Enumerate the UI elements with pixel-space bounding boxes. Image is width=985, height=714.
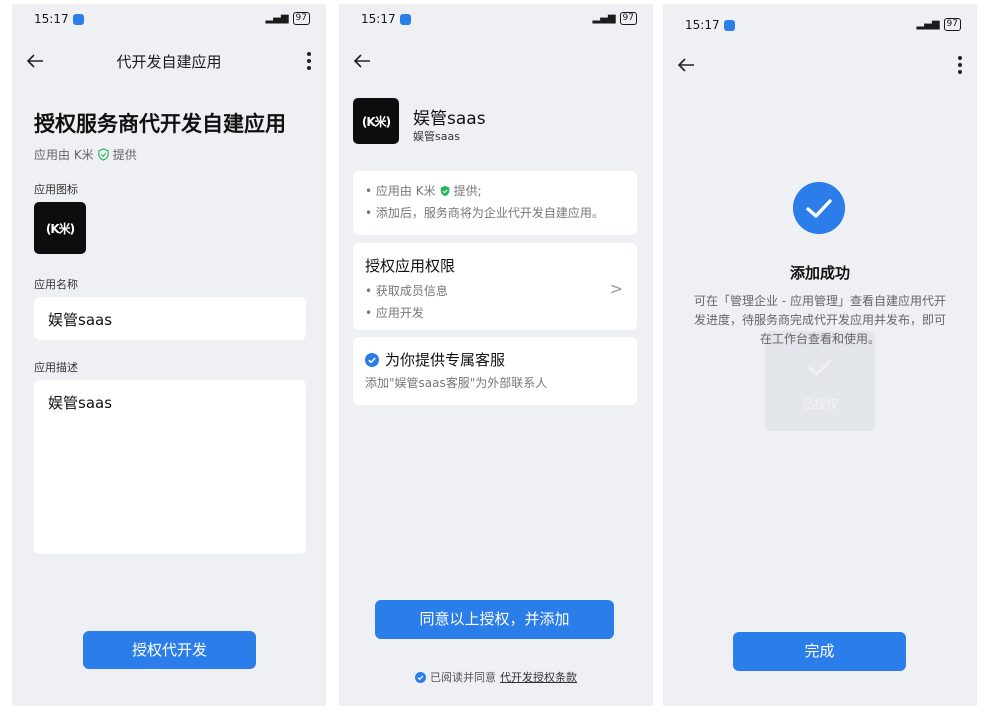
battery-icon: 97 bbox=[292, 12, 310, 25]
signal-icon: ▂▄▆ bbox=[916, 19, 940, 30]
app-logo: (K米) bbox=[34, 202, 86, 254]
service-card[interactable]: 为你提供专属客服 添加"娱管saas客服"为外部联系人 bbox=[353, 337, 637, 405]
agreement-row: 已阅读并同意 代开发授权条款 bbox=[339, 669, 653, 685]
more-icon[interactable] bbox=[306, 50, 312, 72]
info-card: • 应用由 K米 提供; • 添加后，服务商将为企业代开发自建应用。 bbox=[353, 171, 637, 235]
nav-bar bbox=[339, 44, 653, 78]
check-circle-icon[interactable] bbox=[365, 352, 379, 367]
battery-icon: 97 bbox=[943, 18, 961, 31]
done-button[interactable]: 完成 bbox=[733, 632, 906, 671]
back-arrow-icon[interactable] bbox=[675, 54, 697, 76]
authorize-button[interactable]: 授权代开发 bbox=[83, 631, 256, 669]
app-logo-text: (K米) bbox=[361, 114, 391, 129]
permissions-title: 授权应用权限 bbox=[365, 257, 456, 275]
check-circle-icon[interactable] bbox=[415, 671, 426, 683]
status-bar: 15:17 ▂▄▆ 97 bbox=[339, 4, 653, 32]
ghost-check-icon bbox=[808, 359, 832, 376]
info-1-prefix: • 应用由 K米 bbox=[365, 184, 436, 198]
success-title: 添加成功 bbox=[789, 264, 850, 282]
screen-confirm: 15:17 ▂▄▆ 97 (K米) 娱管saas 娱管saas • 应用由 K米 … bbox=[339, 4, 653, 706]
app-name-field[interactable]: 娱管saas bbox=[34, 297, 306, 340]
notification-icon bbox=[399, 13, 411, 25]
status-icons: ▂▄▆ 97 bbox=[265, 12, 310, 25]
screen-authorize: 15:17 ▂▄▆ 97 代开发自建应用 授权服务商代开发自建应用 应用由 K米 … bbox=[12, 4, 326, 706]
chevron-right-icon: > bbox=[609, 279, 623, 298]
app-logo: (K米) bbox=[353, 98, 399, 144]
notification-icon bbox=[723, 19, 735, 31]
signal-icon: ▂▄▆ bbox=[265, 13, 289, 24]
agreement-text: 已阅读并同意 bbox=[430, 671, 496, 684]
more-icon[interactable] bbox=[957, 54, 963, 76]
provider-prefix: 应用由 K米 bbox=[34, 148, 94, 162]
page-title: 授权服务商代开发自建应用 bbox=[34, 112, 286, 136]
app-subtitle: 娱管saas bbox=[413, 130, 460, 143]
app-desc-value: 娱管saas bbox=[48, 394, 113, 412]
permission-item: • 获取成员信息 bbox=[365, 284, 448, 298]
battery-icon: 97 bbox=[619, 12, 637, 25]
app-logo-text: (K米) bbox=[45, 221, 75, 236]
status-time: 15:17 bbox=[361, 12, 396, 26]
terms-link[interactable]: 代开发授权条款 bbox=[500, 669, 577, 685]
service-title-row: 为你提供专属客服 bbox=[365, 349, 625, 370]
screen-success: 15:17 ▂▄▆ 97 已授权 添加成功 可在「管理企业 - 应用管理」查看自建… bbox=[663, 4, 977, 706]
permissions-card[interactable]: 授权应用权限 • 获取成员信息 • 应用开发 > bbox=[353, 243, 637, 330]
signal-icon: ▂▄▆ bbox=[592, 13, 616, 24]
app-name-value: 娱管saas bbox=[48, 311, 113, 329]
service-title: 为你提供专属客服 bbox=[385, 351, 506, 369]
nav-bar: 代开发自建应用 bbox=[12, 44, 326, 78]
info-line-1: • 应用由 K米 提供; bbox=[365, 180, 625, 202]
app-desc-field[interactable]: 娱管saas bbox=[34, 380, 306, 554]
agree-add-button[interactable]: 同意以上授权，并添加 bbox=[375, 600, 614, 639]
notification-icon bbox=[72, 13, 84, 25]
back-arrow-icon[interactable] bbox=[351, 50, 373, 72]
status-time: 15:17 bbox=[685, 18, 720, 32]
info-line-2: • 添加后，服务商将为企业代开发自建应用。 bbox=[365, 206, 604, 220]
nav-bar bbox=[663, 48, 977, 82]
status-icons: ▂▄▆ 97 bbox=[592, 12, 637, 25]
ghost-label: 已授权 bbox=[801, 397, 838, 411]
nav-title: 代开发自建应用 bbox=[116, 53, 222, 71]
status-bar: 15:17 ▂▄▆ 97 bbox=[12, 4, 326, 32]
status-bar: 15:17 ▂▄▆ 97 bbox=[663, 10, 977, 38]
provider-line: 应用由 K米 提供 bbox=[34, 146, 137, 163]
icon-label: 应用图标 bbox=[34, 183, 78, 196]
success-description: 可在「管理企业 - 应用管理」查看自建应用代开发进度，待服务商完成代开发应用并发… bbox=[693, 294, 946, 346]
success-check-icon bbox=[793, 182, 845, 234]
status-time: 15:17 bbox=[34, 12, 69, 26]
provider-suffix: 提供 bbox=[112, 148, 137, 162]
verified-shield-icon bbox=[440, 185, 449, 197]
desc-label: 应用描述 bbox=[34, 361, 78, 374]
app-name: 娱管saas bbox=[413, 109, 486, 129]
status-icons: ▂▄▆ 97 bbox=[916, 18, 961, 31]
permission-item: • 应用开发 bbox=[365, 306, 424, 320]
name-label: 应用名称 bbox=[34, 278, 78, 291]
service-desc: 添加"娱管saas客服"为外部联系人 bbox=[365, 376, 548, 390]
info-1-suffix: 提供; bbox=[453, 184, 482, 198]
verified-outline-icon bbox=[97, 148, 109, 161]
